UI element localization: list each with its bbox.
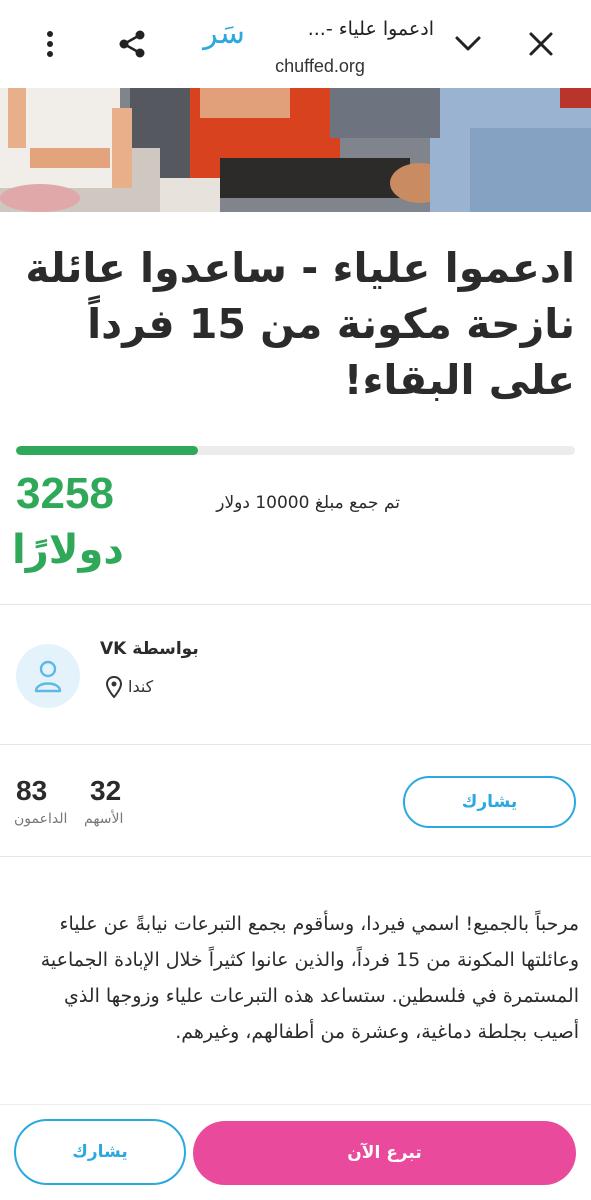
organizer-location-label: كندا (128, 677, 154, 696)
avatar[interactable] (16, 644, 80, 708)
share-bottom-button[interactable]: يشارك (14, 1119, 186, 1185)
raised-amount: 3258 (16, 469, 114, 518)
supporters-label: الداعمون (14, 811, 68, 827)
share-icon[interactable] (112, 24, 152, 64)
site-logo: سَر (203, 16, 245, 51)
share-button[interactable]: يشارك (403, 776, 576, 828)
divider (0, 856, 591, 857)
supporters-count: 83 (16, 775, 48, 806)
funding-progress-bar (16, 446, 575, 455)
user-icon (34, 660, 62, 693)
goal-text: تم جمع مبلغ 10000 دولار (216, 493, 400, 513)
campaign-title: ادعموا علياء - ساعدوا عائلة نازحة مكونة … (25, 244, 575, 404)
divider (0, 744, 591, 745)
location-pin-icon (106, 676, 122, 698)
browser-url[interactable]: chuffed.org (262, 52, 378, 80)
donate-now-button[interactable]: تبرع الآن (193, 1121, 576, 1185)
more-vertical-icon[interactable] (30, 24, 70, 64)
bottom-action-bar: يشارك تبرع الآن (0, 1104, 591, 1200)
raised-currency: دولارًا (12, 527, 124, 573)
campaign-description: مرحباً بالجميع! اسمي فيردا، وسأقوم بجمع … (40, 913, 579, 1043)
divider (0, 604, 591, 605)
browser-page-title: ادعموا علياء -... (307, 18, 434, 40)
organizer-name[interactable]: بواسطة VK (100, 636, 220, 662)
funding-progress-fill (16, 446, 199, 455)
browser-top-bar: ادعموا علياء -... chuffed.org سَر (0, 0, 591, 88)
campaign-hero-image (0, 88, 591, 212)
organizer-location: كندا (106, 674, 206, 700)
close-icon[interactable] (521, 24, 561, 64)
chevron-down-icon[interactable] (448, 24, 488, 64)
shares-label: الأسهم (84, 811, 124, 827)
shares-count: 32 (90, 775, 122, 806)
